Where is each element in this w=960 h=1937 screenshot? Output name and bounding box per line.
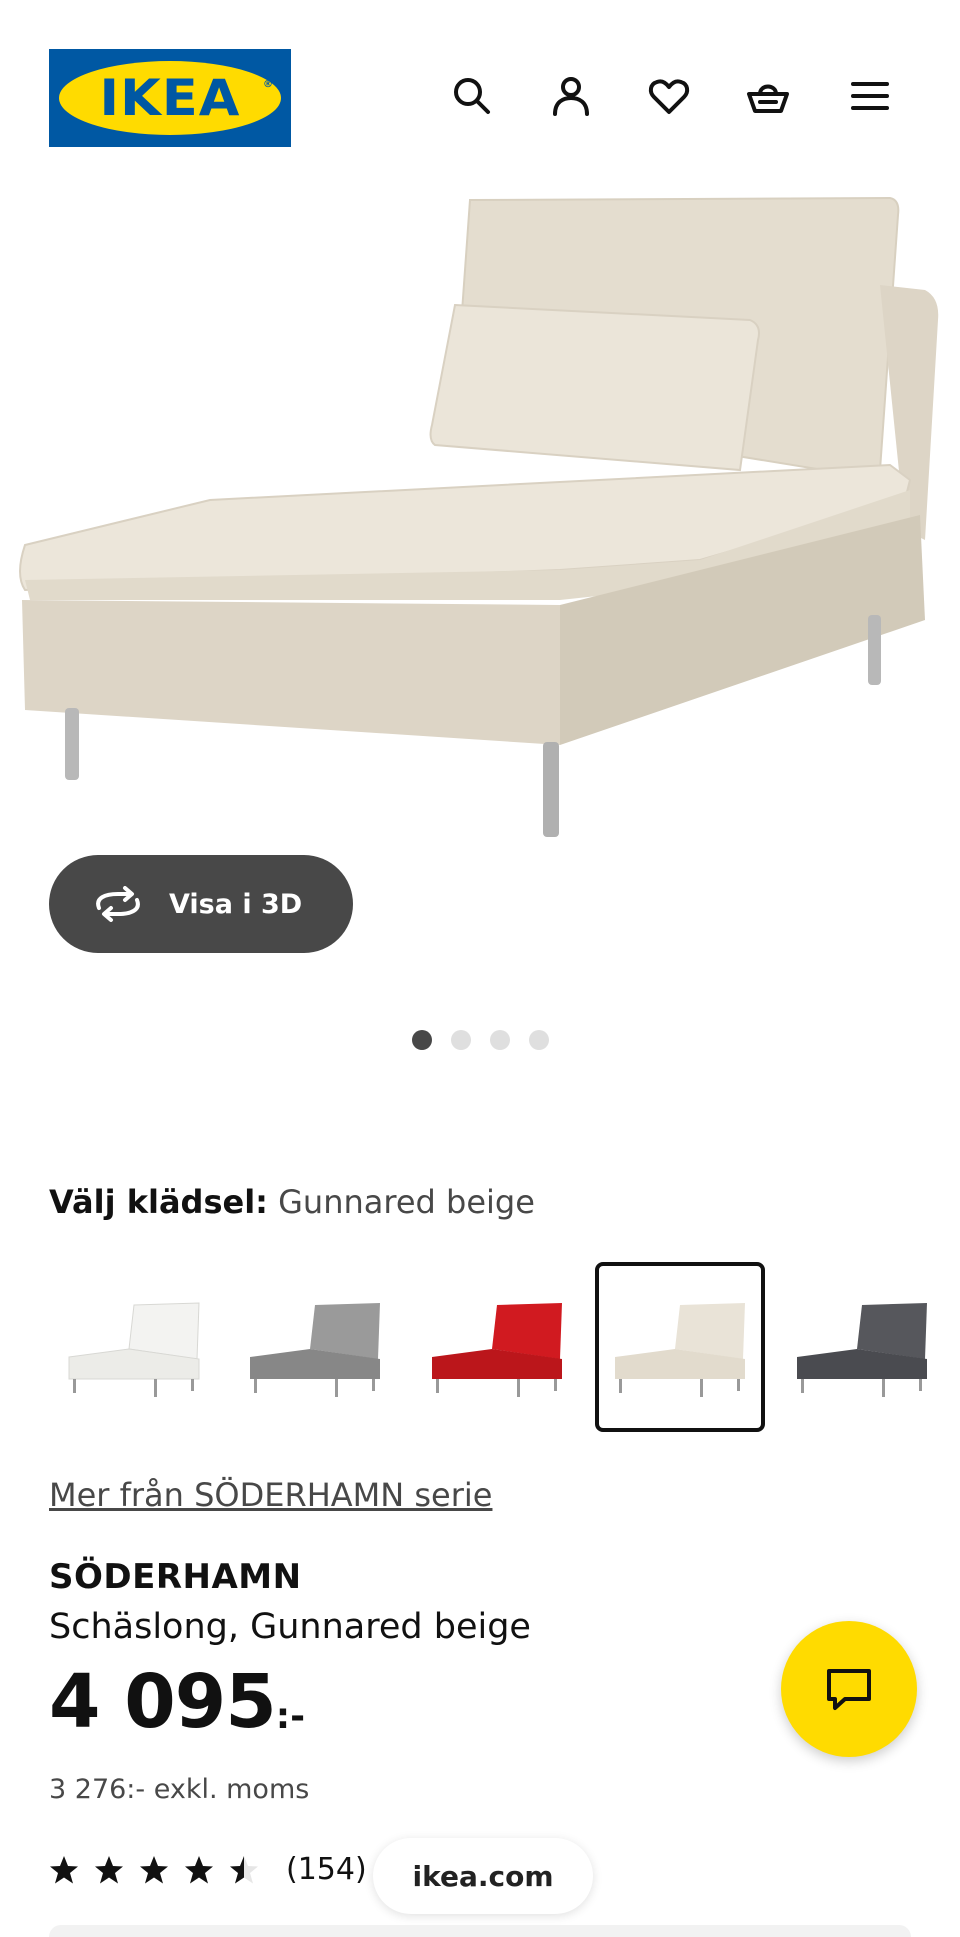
rotate-3d-icon [96, 886, 140, 922]
bottom-sheet-edge [49, 1925, 911, 1937]
basket-icon[interactable] [742, 70, 794, 122]
product-price: 4 095 :- [49, 1665, 305, 1739]
ikea-logo[interactable]: IKEA ® [49, 49, 291, 147]
menu-icon[interactable] [844, 70, 896, 122]
product-name: SÖDERHAMN [49, 1557, 302, 1597]
view-3d-label: Visa i 3D [169, 888, 303, 920]
upholstery-option-dark-grey[interactable] [777, 1262, 947, 1432]
view-3d-button[interactable]: Visa i 3D [49, 855, 353, 953]
upholstery-option-red[interactable] [412, 1262, 582, 1432]
pagination-dot[interactable] [489, 1030, 510, 1050]
heart-icon[interactable] [643, 70, 695, 122]
half-star-icon [230, 1855, 258, 1883]
product-rating[interactable]: (154) [49, 1852, 367, 1887]
price-value: 4 095 [49, 1659, 277, 1745]
star-icon [50, 1855, 78, 1883]
upholstery-value: Gunnared beige [278, 1183, 535, 1221]
upholstery-option-grey[interactable] [230, 1262, 400, 1432]
upholstery-label: Välj klädsel: [49, 1183, 268, 1221]
upholstery-heading: Välj klädsel: Gunnared beige [49, 1183, 535, 1221]
series-link[interactable]: Mer från SÖDERHAMN serie [49, 1476, 492, 1514]
pagination-dot[interactable] [528, 1030, 549, 1050]
product-image[interactable] [0, 180, 960, 880]
star-icon [185, 1855, 213, 1883]
account-icon[interactable] [545, 70, 597, 122]
product-description: Schäslong, Gunnared beige [49, 1607, 531, 1647]
rating-count: (154) [286, 1852, 367, 1887]
upholstery-option-beige[interactable] [595, 1262, 765, 1432]
site-header: IKEA ® [0, 0, 960, 180]
registered-mark: ® [263, 79, 273, 90]
search-icon[interactable] [446, 70, 498, 122]
browser-url-pill[interactable]: ikea.com [373, 1838, 593, 1914]
upholstery-options [49, 1262, 960, 1432]
chat-icon [827, 1669, 871, 1710]
price-suffix: :- [275, 1696, 306, 1737]
pagination-dot[interactable] [411, 1030, 432, 1050]
pagination-dot[interactable] [450, 1030, 471, 1050]
logo-text: IKEA [99, 69, 241, 127]
star-icon [95, 1855, 123, 1883]
upholstery-option-white[interactable] [49, 1262, 219, 1432]
gallery-pagination [0, 1030, 960, 1050]
price-ex-vat: 3 276:- exkl. moms [49, 1774, 310, 1805]
star-icon [140, 1855, 168, 1883]
chat-button[interactable] [781, 1621, 917, 1757]
